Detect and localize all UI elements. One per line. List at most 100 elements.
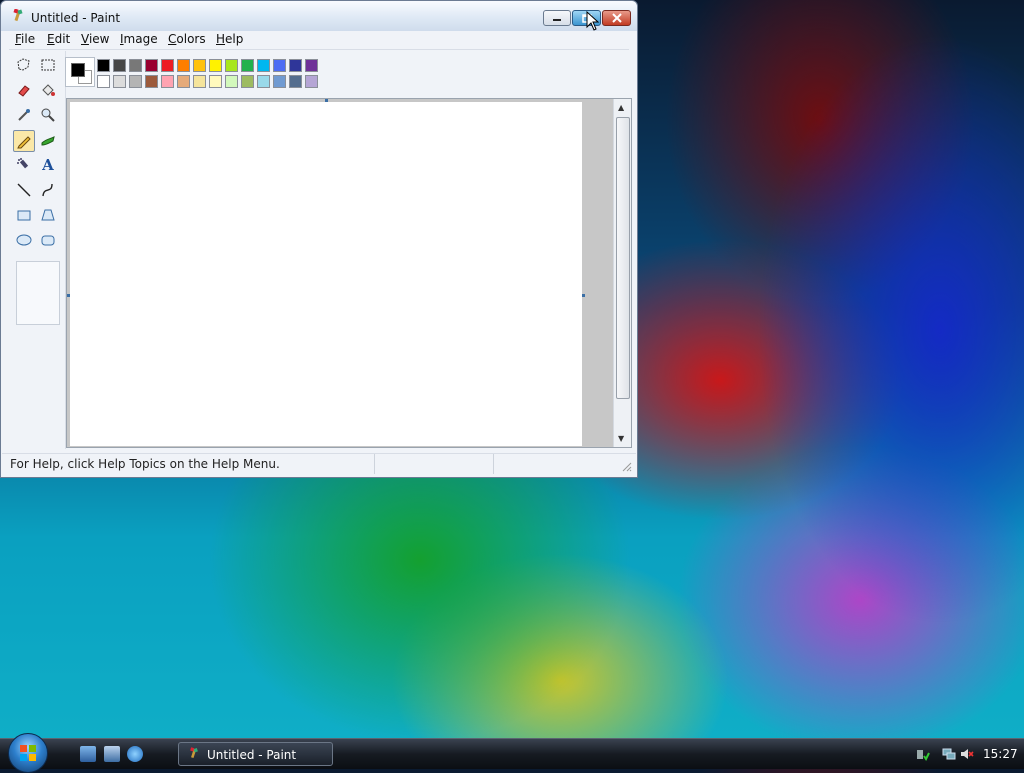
tool-options-box[interactable] [16, 261, 60, 325]
line-icon [17, 183, 31, 197]
color-palette [65, 55, 625, 95]
palette-color-swatch[interactable] [97, 75, 110, 88]
palette-color-swatch[interactable] [193, 75, 206, 88]
tool-polygon[interactable] [37, 204, 59, 226]
current-colors[interactable] [65, 57, 95, 87]
tool-eraser[interactable] [13, 79, 35, 101]
start-button[interactable] [8, 733, 48, 773]
paint-window: Untitled - Paint File Edit View Image Co… [0, 0, 638, 478]
tool-curve[interactable] [37, 179, 59, 201]
paint-app-icon [13, 9, 23, 22]
color-picker-icon [18, 109, 30, 121]
palette-color-swatch[interactable] [177, 59, 190, 72]
rectangle-icon [17, 210, 31, 221]
menu-help[interactable]: Help [216, 32, 243, 46]
taskbar: Untitled - Paint 15:27 [0, 733, 1024, 773]
resize-grip-icon[interactable] [622, 462, 632, 472]
free-form-select-icon [17, 58, 30, 71]
status-divider [493, 454, 494, 474]
menu-edit[interactable]: Edit [47, 32, 70, 46]
vertical-scrollbar[interactable]: ▲ ▼ [613, 99, 631, 447]
palette-color-swatch[interactable] [241, 75, 254, 88]
palette-color-swatch[interactable] [305, 59, 318, 72]
switch-windows-icon[interactable] [104, 746, 120, 762]
tool-text[interactable]: A [37, 154, 59, 176]
foreground-color-swatch [71, 63, 85, 77]
mouse-cursor-icon [586, 11, 600, 31]
palette-color-swatch[interactable] [257, 75, 270, 88]
palette-color-swatch[interactable] [225, 59, 238, 72]
minimize-button[interactable] [543, 10, 571, 26]
safely-remove-hardware-icon[interactable] [916, 747, 930, 761]
status-bar: For Help, click Help Topics on the Help … [2, 453, 636, 476]
tool-rounded-rect[interactable] [37, 229, 59, 251]
fill-bucket-icon [42, 84, 55, 96]
menu-file[interactable]: File [15, 32, 35, 46]
text-icon: A [42, 156, 54, 174]
scroll-down-icon[interactable]: ▼ [618, 434, 624, 443]
toolbox: A [9, 51, 66, 449]
window-title: Untitled - Paint [31, 11, 121, 25]
palette-color-swatch[interactable] [241, 59, 254, 72]
taskbar-button-paint[interactable]: Untitled - Paint [178, 742, 333, 766]
brush-icon [41, 136, 55, 146]
tool-airbrush[interactable] [13, 154, 35, 176]
palette-color-swatch[interactable] [177, 75, 190, 88]
palette-color-swatch[interactable] [257, 59, 270, 72]
network-icon[interactable] [942, 747, 956, 761]
palette-color-swatch[interactable] [305, 75, 318, 88]
tool-brush[interactable] [37, 130, 59, 152]
tool-ellipse[interactable] [13, 229, 35, 251]
menu-view[interactable]: View [81, 32, 109, 46]
palette-color-swatch[interactable] [145, 59, 158, 72]
internet-explorer-icon[interactable] [127, 746, 143, 762]
resize-handle-top[interactable] [325, 99, 328, 102]
title-bar[interactable]: Untitled - Paint [1, 1, 637, 31]
palette-color-swatch[interactable] [273, 75, 286, 88]
menu-colors[interactable]: Colors [168, 32, 206, 46]
ellipse-icon [16, 234, 32, 246]
palette-color-swatch[interactable] [225, 75, 238, 88]
palette-color-swatch[interactable] [209, 75, 222, 88]
tool-rectangle[interactable] [13, 204, 35, 226]
scrollbar-thumb[interactable] [616, 117, 630, 399]
menu-image[interactable]: Image [120, 32, 158, 46]
polygon-icon [41, 209, 55, 221]
drawing-canvas[interactable] [70, 102, 582, 446]
palette-color-swatch[interactable] [113, 59, 126, 72]
palette-color-swatch[interactable] [193, 59, 206, 72]
volume-muted-icon[interactable] [960, 747, 974, 761]
tool-pencil[interactable] [13, 130, 35, 152]
palette-color-swatch[interactable] [289, 75, 302, 88]
tool-magnifier[interactable] [37, 104, 59, 126]
tool-fill[interactable] [37, 79, 59, 101]
palette-color-swatch[interactable] [145, 75, 158, 88]
palette-color-swatch[interactable] [129, 75, 142, 88]
canvas-area: ▲ ▼ [66, 98, 632, 448]
tool-line[interactable] [13, 179, 35, 201]
tool-free-form-select[interactable] [13, 54, 35, 76]
resize-handle-right[interactable] [582, 294, 585, 297]
rounded-rect-icon [41, 235, 55, 246]
palette-color-swatch[interactable] [161, 75, 174, 88]
airbrush-icon [17, 158, 29, 169]
status-help-text: For Help, click Help Topics on the Help … [10, 457, 280, 471]
palette-color-swatch[interactable] [289, 59, 302, 72]
close-button[interactable] [602, 10, 631, 26]
scroll-up-icon[interactable]: ▲ [618, 103, 624, 112]
palette-color-swatch[interactable] [209, 59, 222, 72]
clock[interactable]: 15:27 [983, 747, 1018, 761]
tool-rect-select[interactable] [37, 54, 59, 76]
palette-color-swatch[interactable] [113, 75, 126, 88]
rect-select-icon [41, 59, 55, 71]
show-desktop-icon[interactable] [80, 746, 96, 762]
palette-color-swatch[interactable] [129, 59, 142, 72]
palette-color-swatch[interactable] [97, 59, 110, 72]
curve-icon [42, 183, 53, 197]
tool-color-picker[interactable] [13, 104, 35, 126]
palette-color-swatch[interactable] [161, 59, 174, 72]
pencil-icon [17, 136, 31, 149]
palette-color-swatch[interactable] [273, 59, 286, 72]
status-divider [374, 454, 375, 474]
resize-handle-left[interactable] [67, 294, 70, 297]
